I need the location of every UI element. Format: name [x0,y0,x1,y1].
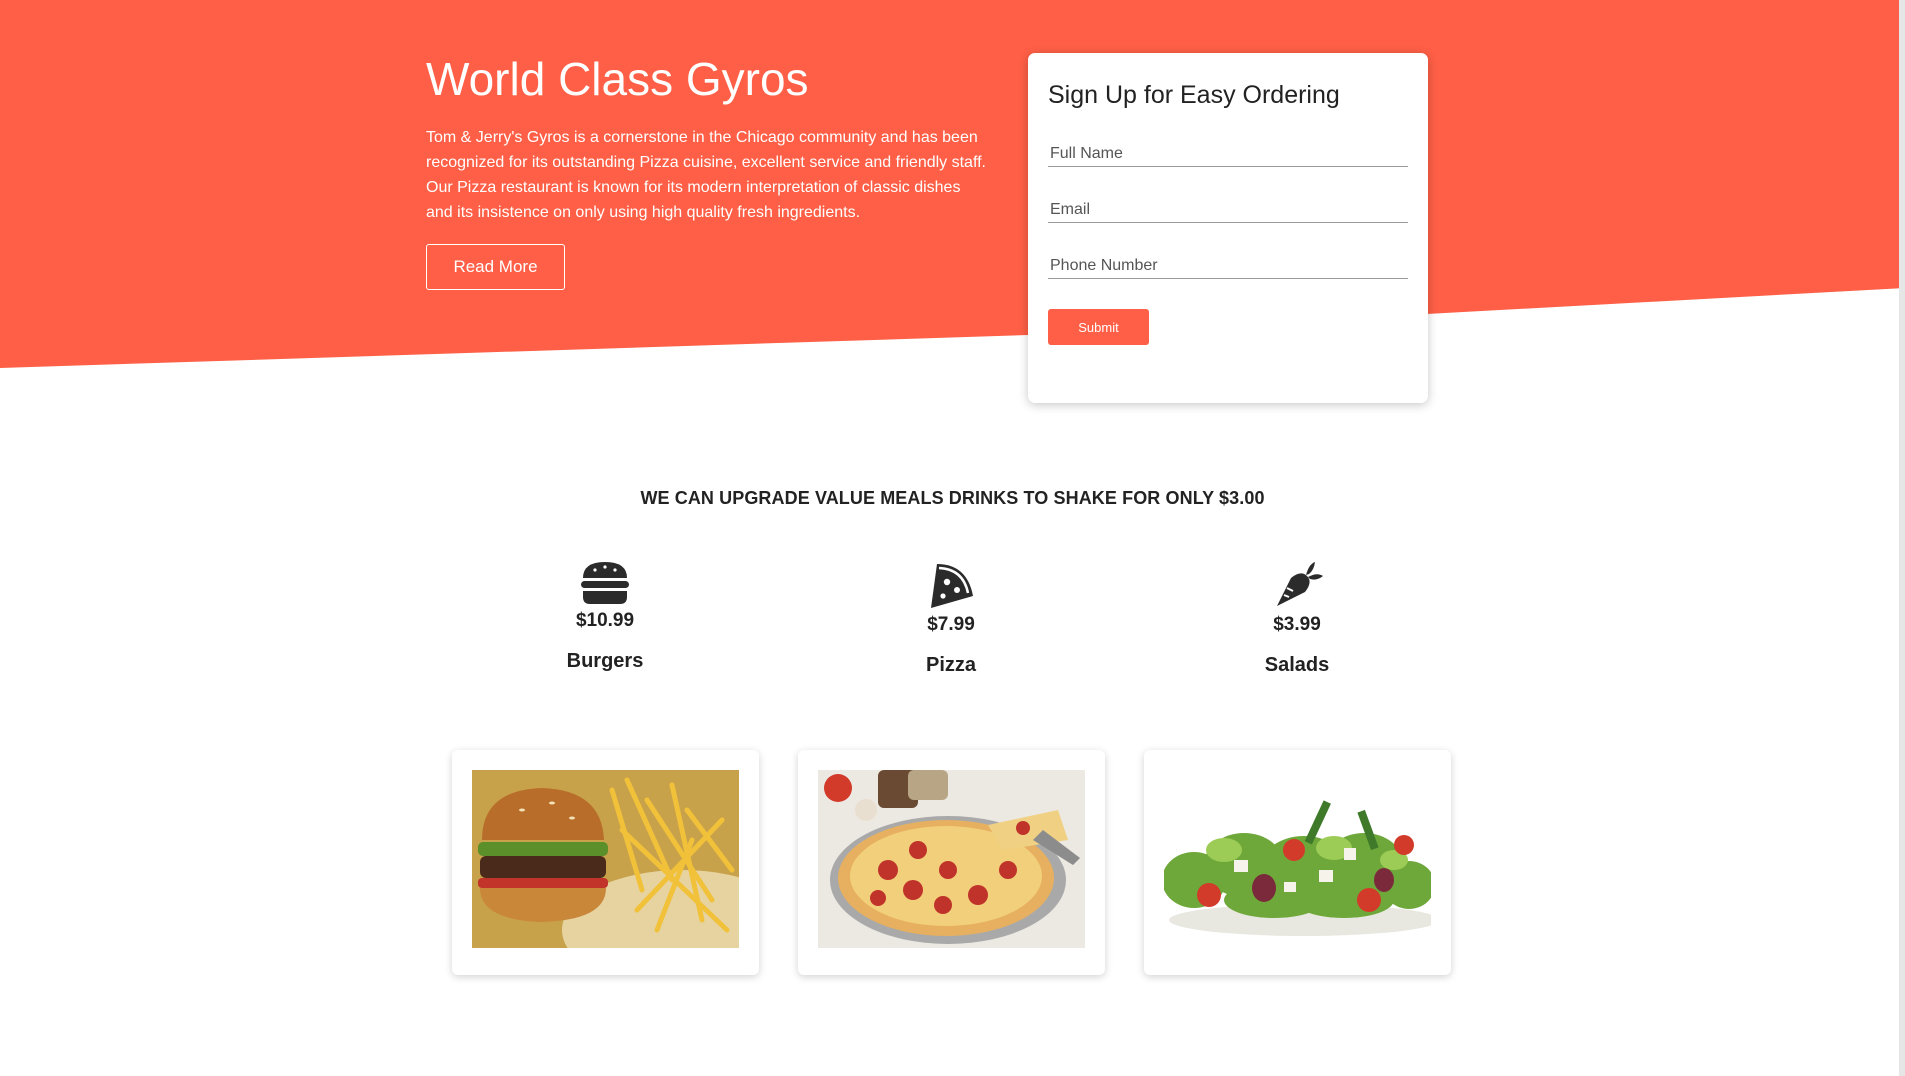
phone-number-field[interactable] [1048,253,1408,279]
photo-card-pizza[interactable] [798,750,1105,975]
burger-icon [581,562,629,604]
photo-card-salads[interactable] [1144,750,1451,975]
hero-title: World Class Gyros [426,53,809,105]
hero-description: Tom & Jerry's Gyros is a cornerstone in … [426,129,986,221]
promo-banner: WE CAN UPGRADE VALUE MEALS DRINKS TO SHA… [640,488,1265,508]
menu-price: $3.99 [1273,614,1321,635]
full-name-field[interactable] [1048,141,1408,167]
menu-price: $10.99 [575,610,635,631]
menu-item-pizza[interactable]: $7.99 Pizza [851,560,1051,677]
burger-and-fries-photo [472,770,739,948]
page-scrollbar[interactable] [1899,0,1905,1076]
signup-title: Sign Up for Easy Ordering [1048,81,1340,109]
greek-salad-photo [1164,770,1431,948]
pepperoni-pizza-photo [818,770,1085,948]
menu-name: Burgers [566,650,644,672]
signup-form-card: Sign Up for Easy Ordering Submit [1028,53,1428,403]
submit-button[interactable]: Submit [1048,309,1149,345]
carrot-icon [1277,562,1323,606]
read-more-button[interactable]: Read More [426,244,565,290]
menu-name: Salads [1264,654,1330,676]
photo-card-burgers[interactable] [452,750,759,975]
menu-name: Pizza [925,654,977,676]
email-field[interactable] [1048,197,1408,223]
menu-item-burgers[interactable]: $10.99 Burgers [505,560,705,673]
menu-item-salads[interactable]: $3.99 Salads [1197,560,1397,677]
pizza-slice-icon [931,564,973,608]
menu-price: $7.99 [927,614,975,635]
